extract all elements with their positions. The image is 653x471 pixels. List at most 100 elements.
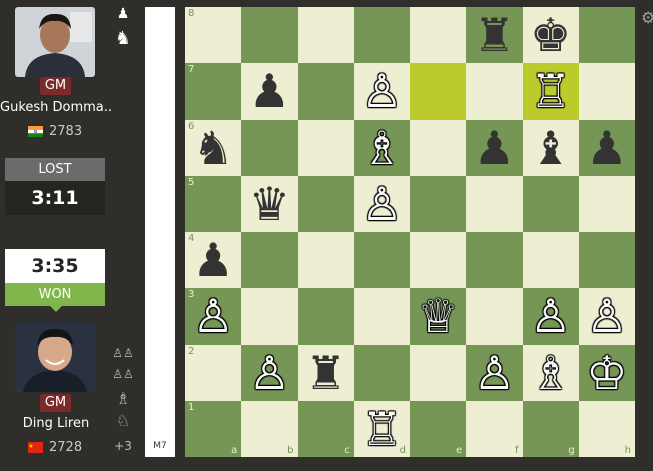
piece-g7[interactable]: ♖ <box>523 63 579 119</box>
square-b5[interactable]: ♛ <box>241 175 298 232</box>
piece-f8[interactable]: ♜ <box>466 7 522 63</box>
square-b7[interactable]: ♟ <box>241 63 298 120</box>
piece-b5[interactable]: ♛ <box>241 176 297 232</box>
square-d7[interactable]: ♙ <box>353 63 410 120</box>
square-h2[interactable]: ♔ <box>578 344 635 401</box>
square-c3[interactable] <box>297 288 354 345</box>
square-c2[interactable]: ♜ <box>297 344 354 401</box>
bottom-player-name[interactable]: Ding Liren <box>0 416 112 431</box>
square-f3[interactable] <box>466 288 523 345</box>
piece-e3[interactable]: ♕ <box>410 288 466 344</box>
gear-icon[interactable]: ⚙ <box>641 8 653 27</box>
square-d3[interactable] <box>353 288 410 345</box>
square-b4[interactable] <box>241 232 298 289</box>
square-d1[interactable]: d ♖ <box>353 400 410 457</box>
square-a2[interactable]: 2 <box>185 344 242 401</box>
file-label: g <box>568 445 575 456</box>
square-h8[interactable] <box>578 7 635 64</box>
square-b2[interactable]: ♙ <box>241 344 298 401</box>
piece-g2[interactable]: ♗ <box>523 345 579 401</box>
square-a6[interactable]: 6 ♞ <box>185 119 242 176</box>
square-a4[interactable]: 4 ♟ <box>185 232 242 289</box>
result-pointer-icon <box>50 306 62 312</box>
piece-d1[interactable]: ♖ <box>354 401 410 457</box>
bottom-player-avatar[interactable] <box>15 322 95 392</box>
square-a7[interactable]: 7 <box>185 63 242 120</box>
square-e6[interactable] <box>410 119 467 176</box>
square-c6[interactable] <box>297 119 354 176</box>
square-h1[interactable]: h <box>578 400 635 457</box>
square-e4[interactable] <box>410 232 467 289</box>
square-g1[interactable]: g <box>522 400 579 457</box>
piece-f6[interactable]: ♟ <box>466 120 522 176</box>
bottom-player-title: GM <box>40 394 71 412</box>
piece-f2[interactable]: ♙ <box>466 345 522 401</box>
square-d6[interactable]: ♗ <box>353 119 410 176</box>
square-a8[interactable]: 8 <box>185 7 242 64</box>
square-f8[interactable]: ♜ <box>466 7 523 64</box>
square-d2[interactable] <box>353 344 410 401</box>
square-e2[interactable] <box>410 344 467 401</box>
square-f2[interactable]: ♙ <box>466 344 523 401</box>
square-g8[interactable]: ♚ <box>522 7 579 64</box>
square-h7[interactable] <box>578 63 635 120</box>
piece-h3[interactable]: ♙ <box>579 288 635 344</box>
square-g4[interactable] <box>522 232 579 289</box>
square-c4[interactable] <box>297 232 354 289</box>
square-a1[interactable]: 1a <box>185 400 242 457</box>
square-f7[interactable] <box>466 63 523 120</box>
square-h5[interactable] <box>578 175 635 232</box>
piece-d5[interactable]: ♙ <box>354 176 410 232</box>
square-g2[interactable]: ♗ <box>522 344 579 401</box>
square-c5[interactable] <box>297 175 354 232</box>
square-b3[interactable] <box>241 288 298 345</box>
top-player-name[interactable]: Gukesh Domma... <box>0 100 112 115</box>
square-c8[interactable] <box>297 7 354 64</box>
china-flag-icon <box>28 442 43 453</box>
square-a5[interactable]: 5 <box>185 175 242 232</box>
square-d8[interactable] <box>353 7 410 64</box>
square-g3[interactable]: ♙ <box>522 288 579 345</box>
square-g6[interactable]: ♝ <box>522 119 579 176</box>
square-f4[interactable] <box>466 232 523 289</box>
piece-g8[interactable]: ♚ <box>523 7 579 63</box>
piece-c2[interactable]: ♜ <box>298 345 354 401</box>
piece-g6[interactable]: ♝ <box>523 120 579 176</box>
square-h6[interactable]: ♟ <box>578 119 635 176</box>
square-d4[interactable] <box>353 232 410 289</box>
rank-label: 5 <box>188 176 195 188</box>
square-b1[interactable]: b <box>241 400 298 457</box>
square-d5[interactable]: ♙ <box>353 175 410 232</box>
square-b6[interactable] <box>241 119 298 176</box>
piece-h6[interactable]: ♟ <box>579 120 635 176</box>
piece-b7[interactable]: ♟ <box>241 63 297 119</box>
piece-g3[interactable]: ♙ <box>523 288 579 344</box>
chess-board[interactable]: 8 ♜ ♚ 7 ♟ ♙ ♖ 6 ♞ ♗ ♟ ♝ ♟ 5 ♛ ♙ 4 ♟ 3 ♙ ♕ ♙ ♙ 2 ♙ ♜ ♙ ♗ ♔ 1 a b c d ♖ e f g h <box>185 7 635 457</box>
square-e1[interactable]: e <box>410 400 467 457</box>
rank-label: 7 <box>188 64 195 76</box>
square-h4[interactable] <box>578 232 635 289</box>
square-h3[interactable]: ♙ <box>578 288 635 345</box>
piece-a3[interactable]: ♙ <box>185 288 241 344</box>
piece-b2[interactable]: ♙ <box>241 345 297 401</box>
square-e5[interactable] <box>410 175 467 232</box>
square-a3[interactable]: 3 ♙ <box>185 288 242 345</box>
piece-h2[interactable]: ♔ <box>579 345 635 401</box>
square-e8[interactable] <box>410 7 467 64</box>
square-g5[interactable] <box>522 175 579 232</box>
square-f5[interactable] <box>466 175 523 232</box>
square-e7[interactable] <box>410 63 467 120</box>
piece-a6[interactable]: ♞ <box>185 120 241 176</box>
square-c7[interactable] <box>297 63 354 120</box>
bottom-captured-pawns-icon: ♙♙ <box>112 367 134 381</box>
square-e3[interactable]: ♕ <box>410 288 467 345</box>
piece-a4[interactable]: ♟ <box>185 232 241 288</box>
square-c1[interactable]: c <box>297 400 354 457</box>
piece-d6[interactable]: ♗ <box>354 120 410 176</box>
square-f1[interactable]: f <box>466 400 523 457</box>
square-g7[interactable]: ♖ <box>522 63 579 120</box>
square-f6[interactable]: ♟ <box>466 119 523 176</box>
square-b8[interactable] <box>241 7 298 64</box>
top-player-avatar[interactable] <box>15 7 95 77</box>
piece-d7[interactable]: ♙ <box>354 63 410 119</box>
